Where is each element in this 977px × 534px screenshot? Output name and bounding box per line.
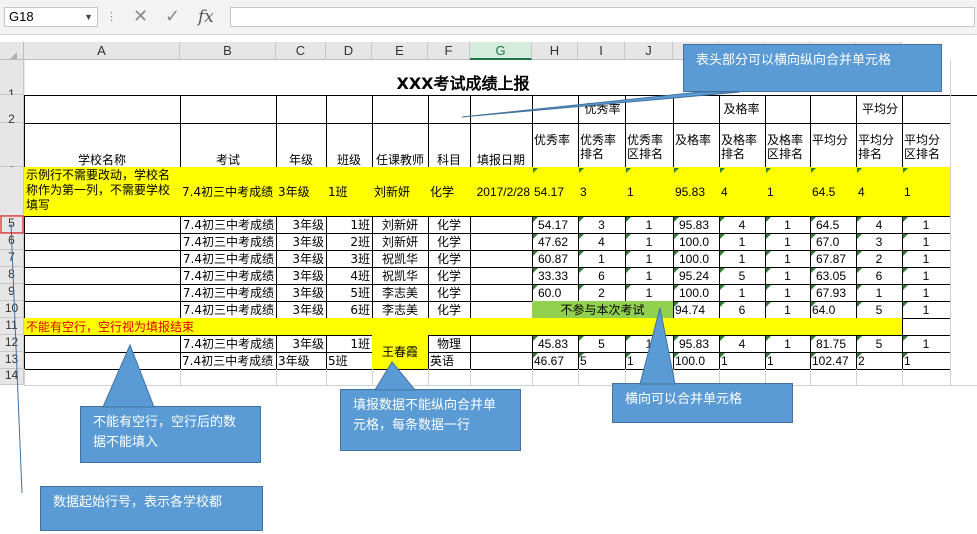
start-row-highlight: [0, 215, 24, 234]
pointer-no-blank: [102, 343, 155, 408]
callout-pointers: [0, 91, 741, 494]
pointer-hmerge: [639, 307, 676, 385]
pointer-start-row: [10, 223, 23, 494]
pointer-header-merge: [461, 91, 741, 118]
pointer-no-vmerge: [374, 361, 417, 391]
